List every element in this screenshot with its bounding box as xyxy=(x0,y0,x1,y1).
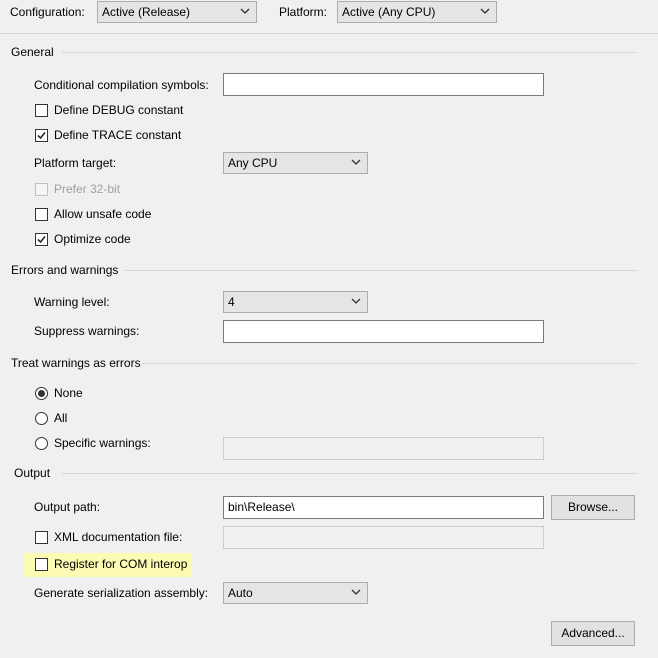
warning-level-dropdown[interactable]: 4 xyxy=(223,291,368,313)
conditional-symbols-input[interactable] xyxy=(223,73,544,96)
radio-all-label: All xyxy=(54,411,68,425)
section-divider xyxy=(62,473,637,474)
platform-target-label: Platform target: xyxy=(34,156,117,170)
chevron-down-icon xyxy=(351,298,361,304)
chevron-down-icon xyxy=(240,8,250,14)
xml-doc-label: XML documentation file: xyxy=(54,530,183,544)
xml-doc-input xyxy=(223,526,544,549)
radio-all[interactable] xyxy=(35,412,48,425)
serialization-dropdown[interactable]: Auto xyxy=(223,582,368,604)
checkmark-icon xyxy=(37,132,46,140)
chevron-down-icon xyxy=(480,8,490,14)
radio-none-label: None xyxy=(54,386,83,400)
configuration-value: Active (Release) xyxy=(102,5,191,19)
optimize-code-label: Optimize code xyxy=(54,232,131,246)
section-divider xyxy=(124,270,637,271)
configuration-label: Configuration: xyxy=(10,5,85,19)
platform-value: Active (Any CPU) xyxy=(342,5,436,19)
radio-specific-label: Specific warnings: xyxy=(54,436,151,450)
specific-warnings-input xyxy=(223,437,544,460)
define-debug-checkbox[interactable] xyxy=(35,104,48,117)
chevron-down-icon xyxy=(351,589,361,595)
top-separator xyxy=(0,33,658,34)
com-interop-checkbox[interactable] xyxy=(35,558,48,571)
section-title-treat-warnings: Treat warnings as errors xyxy=(11,356,141,370)
browse-button[interactable]: Browse... xyxy=(551,495,635,520)
warning-level-value: 4 xyxy=(228,295,235,309)
section-title-general: General xyxy=(11,45,54,59)
xml-doc-checkbox[interactable] xyxy=(35,531,48,544)
serialization-value: Auto xyxy=(228,586,253,600)
allow-unsafe-checkbox[interactable] xyxy=(35,208,48,221)
platform-label: Platform: xyxy=(279,5,328,19)
prefer-32bit-checkbox xyxy=(35,183,48,196)
section-title-output: Output xyxy=(14,466,51,480)
output-path-label: Output path: xyxy=(34,500,101,514)
advanced-button[interactable]: Advanced... xyxy=(551,621,635,646)
output-path-input[interactable]: bin\Release\ xyxy=(223,496,544,519)
platform-target-value: Any CPU xyxy=(228,156,278,170)
platform-target-dropdown[interactable]: Any CPU xyxy=(223,152,368,174)
checkmark-icon xyxy=(37,236,46,244)
prefer-32bit-label: Prefer 32-bit xyxy=(54,182,121,196)
conditional-symbols-label: Conditional compilation symbols: xyxy=(34,78,209,92)
radio-specific-warnings[interactable] xyxy=(35,437,48,450)
warning-level-label: Warning level: xyxy=(34,295,110,309)
define-trace-checkbox[interactable] xyxy=(35,129,48,142)
radio-selected-dot xyxy=(38,390,45,397)
allow-unsafe-label: Allow unsafe code xyxy=(54,207,152,221)
radio-none[interactable] xyxy=(35,387,48,400)
define-trace-label: Define TRACE constant xyxy=(54,128,182,142)
serialization-label: Generate serialization assembly: xyxy=(34,586,209,600)
chevron-down-icon xyxy=(351,159,361,165)
configuration-dropdown[interactable]: Active (Release) xyxy=(97,1,257,23)
define-debug-label: Define DEBUG constant xyxy=(54,103,184,117)
suppress-warnings-label: Suppress warnings: xyxy=(34,324,140,338)
optimize-code-checkbox[interactable] xyxy=(35,233,48,246)
suppress-warnings-input[interactable] xyxy=(223,320,544,343)
section-title-errors-warnings: Errors and warnings xyxy=(11,263,119,277)
section-divider xyxy=(62,52,637,53)
com-interop-label: Register for COM interop xyxy=(54,557,188,571)
section-divider xyxy=(142,363,637,364)
platform-dropdown[interactable]: Active (Any CPU) xyxy=(337,1,497,23)
